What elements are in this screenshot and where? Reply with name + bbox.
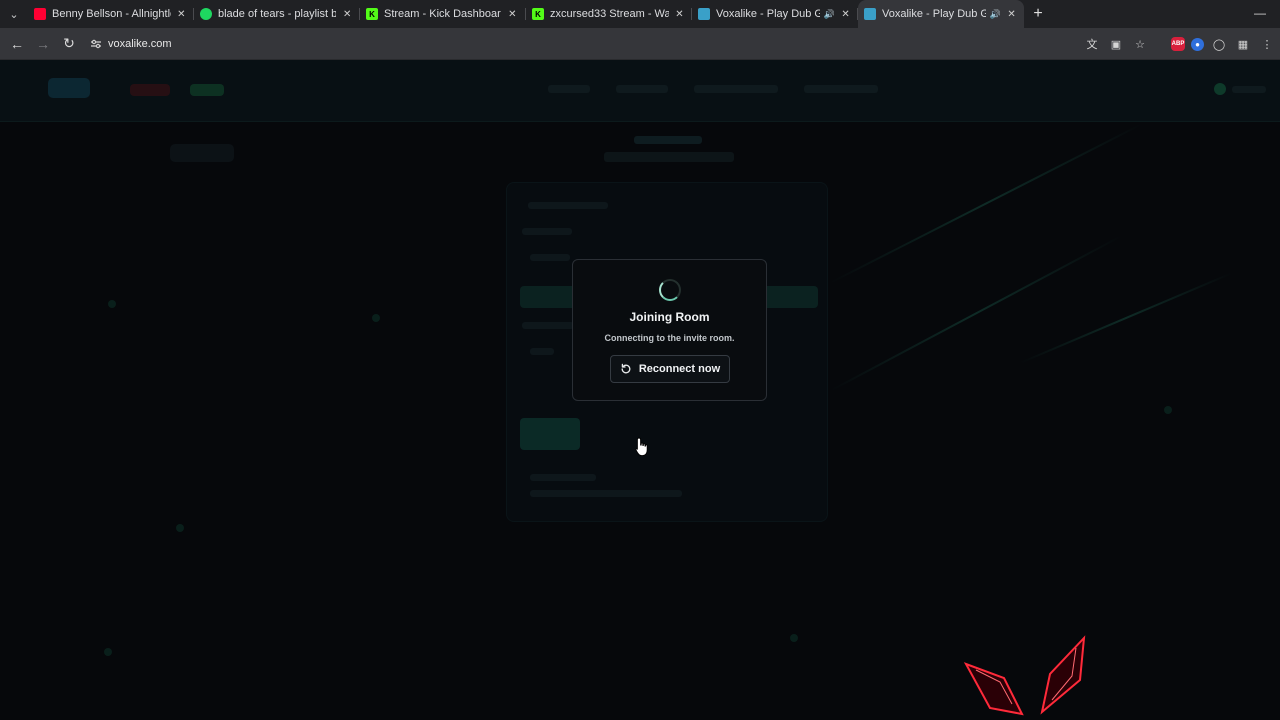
dialog-title: Joining Room (629, 310, 710, 324)
header-badge-red (130, 84, 170, 96)
tab-close-icon[interactable]: ✕ (507, 9, 518, 20)
loading-spinner-icon (659, 279, 681, 301)
reconnect-button[interactable]: Reconnect now (610, 355, 730, 383)
joining-room-dialog: Joining Room Connecting to the invite ro… (572, 259, 767, 401)
voxalike-icon (864, 8, 876, 20)
youtube-icon (34, 8, 46, 20)
kick-icon: K (366, 8, 378, 20)
decorative-streak (1019, 272, 1233, 364)
user-menu[interactable] (1232, 86, 1266, 93)
back-button[interactable]: ← (4, 30, 30, 58)
kick-icon: K (532, 8, 544, 20)
translate-icon[interactable]: 文 (1083, 35, 1101, 53)
cast-icon[interactable]: ▣ (1107, 35, 1125, 53)
audio-playing-icon[interactable]: 🔊 (990, 9, 1001, 20)
tab-strip: ⌄ Benny Bellson - Allnightlong [Ly✕blade… (0, 0, 1280, 28)
site-header (0, 60, 1280, 122)
decorative-particle (790, 634, 798, 642)
tab-close-icon[interactable]: ✕ (841, 9, 850, 20)
audio-playing-icon[interactable]: 🔊 (824, 9, 835, 20)
page-heading (604, 152, 734, 162)
tab-search-icon[interactable]: ⌄ (0, 0, 28, 28)
red-wings-overlay-icon (963, 635, 1086, 716)
extensions-puzzle-icon[interactable]: ▦ (1234, 35, 1252, 53)
tab-title: Voxalike - Play Dub Game C (716, 8, 820, 20)
user-avatar[interactable] (1214, 83, 1226, 95)
browser-tab[interactable]: Voxalike - Play Dub Game C 🔊 ✕ (858, 0, 1024, 28)
tab-title: Benny Bellson - Allnightlong [Ly (52, 8, 171, 20)
site-logo (48, 78, 90, 98)
bookmark-star-icon[interactable]: ☆ (1131, 35, 1149, 53)
card-label (530, 474, 596, 481)
tab-title: zxcursed33 Stream - Watch Live (550, 8, 669, 20)
browser-tab[interactable]: Kzxcursed33 Stream - Watch Live ✕ (526, 0, 692, 28)
browser-tab[interactable]: K Stream - Kick Dashboard ✕ (360, 0, 526, 28)
extension-circle-icon[interactable]: ◯ (1210, 35, 1228, 53)
tab-title: Voxalike - Play Dub Game C (882, 8, 986, 20)
card-line (528, 202, 608, 209)
back-link[interactable] (170, 144, 234, 162)
header-link[interactable] (694, 85, 778, 93)
minimize-icon[interactable]: — (1254, 6, 1266, 20)
card-value (530, 348, 554, 355)
hand-cursor-icon (635, 437, 648, 457)
voxalike-icon (698, 8, 710, 20)
forward-button[interactable]: → (30, 30, 56, 58)
browser-menu-icon[interactable]: ⋮ (1258, 35, 1276, 53)
reload-button[interactable]: ↻ (56, 30, 82, 58)
decorative-particle (1164, 406, 1172, 414)
browser-tab[interactable]: Voxalike - Play Dub Game C 🔊 ✕ (692, 0, 858, 28)
tab-title: blade of tears - playlist by вы6 (218, 8, 337, 20)
new-tab-button[interactable]: + (1024, 5, 1052, 23)
tab-close-icon[interactable]: ✕ (675, 9, 684, 20)
card-label (522, 322, 574, 329)
extension-blue-icon[interactable]: ● (1191, 37, 1204, 51)
decorative-particle (104, 648, 112, 656)
address-bar[interactable]: voxalike.com (108, 38, 172, 50)
decorative-particle (108, 300, 116, 308)
tab-close-icon[interactable]: ✕ (342, 9, 352, 20)
header-badge-green (190, 84, 224, 96)
page-eyebrow (634, 136, 702, 144)
card-link[interactable] (530, 490, 682, 497)
header-link[interactable] (616, 85, 668, 93)
decorative-streak (829, 123, 1143, 284)
tab-list: Benny Bellson - Allnightlong [Ly✕blade o… (28, 0, 1024, 28)
site-info-icon[interactable] (88, 36, 104, 52)
extensions-area: 文 ▣ ☆ ABP ● ◯ ▦ ⋮ (1083, 28, 1276, 60)
adblock-icon[interactable]: ABP (1171, 37, 1185, 51)
tab-close-icon[interactable]: ✕ (1007, 9, 1016, 20)
spotify-icon (200, 8, 212, 20)
browser-tab[interactable]: Benny Bellson - Allnightlong [Ly ✕ (28, 0, 194, 28)
decorative-particle (372, 314, 380, 322)
tab-title: Stream - Kick Dashboard (384, 8, 501, 20)
reconnect-button-label: Reconnect now (638, 363, 721, 375)
card-label (522, 228, 572, 235)
header-link[interactable] (804, 85, 878, 93)
card-primary-button[interactable] (520, 418, 580, 450)
browser-tab[interactable]: blade of tears - playlist by вы6 ✕ (194, 0, 360, 28)
refresh-icon (621, 363, 631, 374)
toolbar: ← → ↻ voxalike.com 文 ▣ ☆ ABP ● ◯ ▦ ⋮ (0, 28, 1280, 60)
card-value (530, 254, 570, 261)
header-link[interactable] (548, 85, 590, 93)
decorative-particle (176, 524, 184, 532)
tab-close-icon[interactable]: ✕ (177, 9, 186, 20)
dialog-subtitle: Connecting to the invite room. (604, 333, 735, 343)
